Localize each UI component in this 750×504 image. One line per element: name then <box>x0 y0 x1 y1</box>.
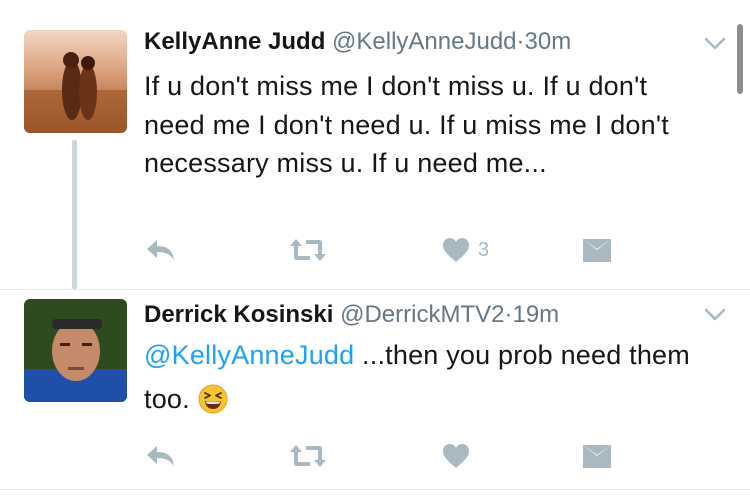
reply-icon <box>147 446 174 466</box>
reply-icon <box>147 240 174 260</box>
chevron-down-icon[interactable] <box>704 308 726 322</box>
tweet-divider <box>0 489 750 490</box>
heart-icon <box>443 444 469 468</box>
like-count: 3 <box>478 238 490 261</box>
tweet-actions <box>0 439 750 473</box>
direct-message-icon <box>583 239 611 262</box>
tweet-text: @KellyAnneJudd ...then you prob need the… <box>144 333 714 421</box>
direct-message-icon <box>583 445 611 468</box>
avatar[interactable] <box>24 30 127 133</box>
reply-button[interactable] <box>145 439 177 473</box>
retweet-icon <box>290 239 326 261</box>
author-handle[interactable]: @DerrickMTV2 <box>340 301 504 328</box>
retweet-button[interactable] <box>288 233 328 267</box>
retweet-button[interactable] <box>288 439 328 473</box>
tweet-actions: 3 <box>0 233 750 267</box>
tweet-text: If u don't miss me I don't miss u. If u … <box>144 71 669 178</box>
author-name[interactable]: Derrick Kosinski <box>144 301 333 328</box>
mention-link[interactable]: @KellyAnneJudd <box>144 340 354 370</box>
timestamp[interactable]: 30m <box>525 28 572 55</box>
like-button[interactable] <box>442 439 478 473</box>
retweet-icon <box>290 445 326 467</box>
like-button[interactable]: 3 <box>442 233 489 267</box>
direct-message-button[interactable] <box>582 439 612 473</box>
author-name[interactable]: KellyAnne Judd <box>144 28 325 55</box>
grinning-squinting-face-icon <box>198 384 228 414</box>
tweet[interactable]: Derrick Kosinski @DerrickMTV2·19m @Kelly… <box>0 289 750 489</box>
author-handle[interactable]: @KellyAnneJudd <box>332 28 516 55</box>
chevron-down-icon[interactable] <box>704 37 726 51</box>
tweet-header: Derrick Kosinski @DerrickMTV2·19m <box>144 300 559 330</box>
heart-icon <box>443 238 469 262</box>
separator-dot: · <box>516 28 525 55</box>
avatar[interactable] <box>24 299 127 402</box>
timestamp[interactable]: 19m <box>512 301 559 328</box>
direct-message-button[interactable] <box>582 233 612 267</box>
tweet-header: KellyAnne Judd @KellyAnneJudd·30m <box>144 27 571 57</box>
reply-button[interactable] <box>145 233 177 267</box>
tweet[interactable]: KellyAnne Judd @KellyAnneJudd·30m If u d… <box>0 0 750 289</box>
